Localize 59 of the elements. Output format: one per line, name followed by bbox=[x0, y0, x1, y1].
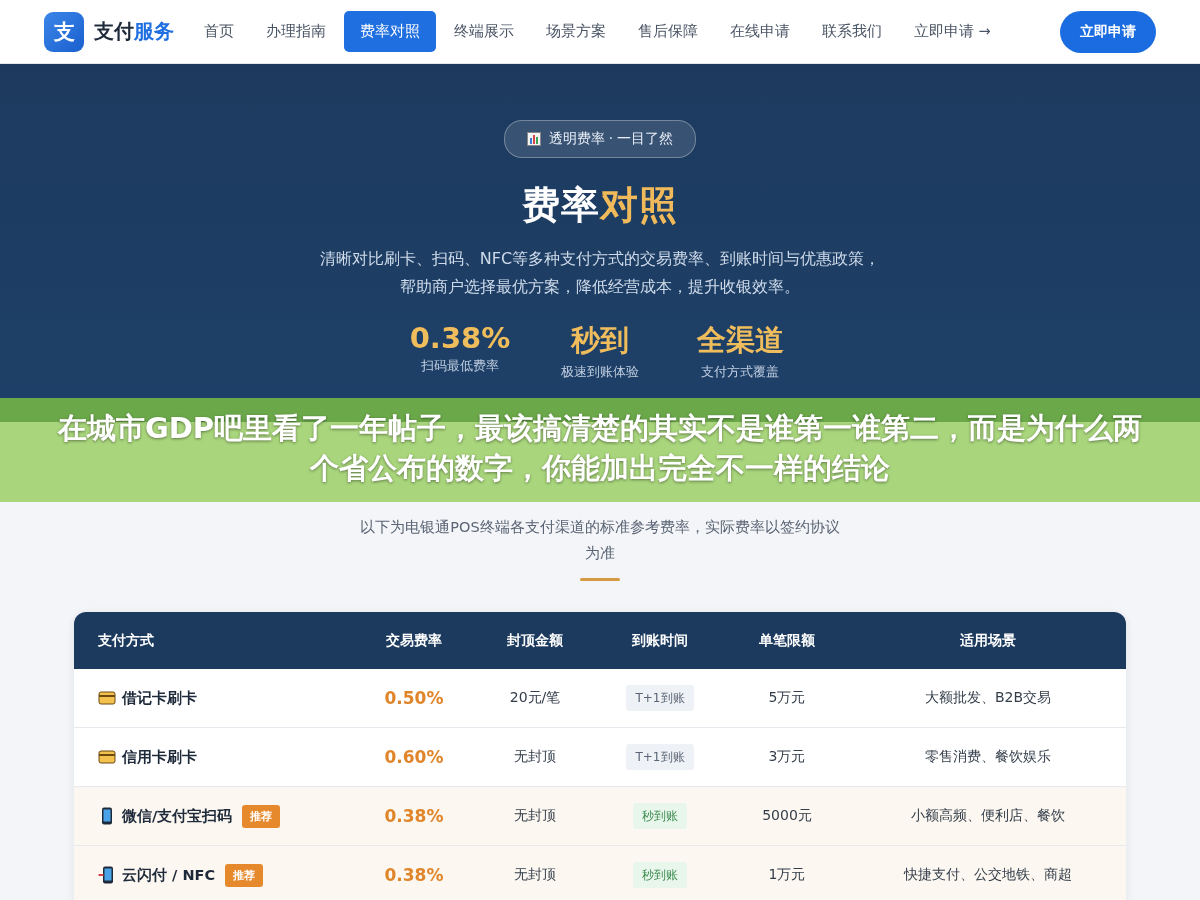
phone-icon bbox=[98, 866, 116, 884]
stat-label: 扫码最低费率 bbox=[421, 357, 499, 375]
column-header: 适用场景 bbox=[959, 631, 1017, 650]
stat-label: 极速到账体验 bbox=[561, 363, 640, 381]
recommend-label: 推荐 bbox=[225, 863, 264, 887]
column-header: 单笔限额 bbox=[758, 631, 816, 650]
method-name: 微信/支付宝扫码 bbox=[122, 806, 233, 826]
nav-link[interactable]: 终端展示 bbox=[440, 11, 528, 52]
page-title: 费率对照 bbox=[522, 182, 678, 229]
rate-cell-text: 0.38% bbox=[383, 806, 445, 826]
nav-link[interactable]: 售后保障 bbox=[624, 11, 712, 52]
nav-link[interactable]: 在线申请 bbox=[716, 11, 804, 52]
apply-button[interactable]: 立即申请 bbox=[1060, 10, 1156, 53]
table-cell-text: 快捷支付、公交地铁、商超 bbox=[902, 866, 1073, 884]
bar-chart-icon bbox=[526, 132, 541, 146]
rate-cell-text: 0.50% bbox=[383, 688, 445, 708]
table-cell-text: 3万元 bbox=[767, 748, 807, 766]
table-cell-text: 5000元 bbox=[761, 807, 813, 825]
stat-value: 0.38% bbox=[409, 321, 511, 355]
nav-link[interactable]: 联系我们 bbox=[808, 11, 896, 52]
tagline-text: 透明费率 · 一目了然 bbox=[548, 130, 674, 148]
recommend-label: 推荐 bbox=[242, 804, 281, 828]
nav-link[interactable]: 费率对照 bbox=[344, 11, 436, 52]
table-cell-text: 无封顶 bbox=[513, 866, 557, 884]
settlement-label: 秒到账 bbox=[633, 862, 687, 888]
stat-label: 支付方式覆盖 bbox=[701, 363, 780, 381]
method-name: 云闪付 / NFC bbox=[122, 865, 216, 885]
settlement-label: T+1到账 bbox=[626, 744, 694, 770]
table-cell-text: 1万元 bbox=[767, 866, 807, 884]
stat-value: 秒到 bbox=[571, 322, 630, 359]
stat-value: 全渠道 bbox=[696, 322, 784, 359]
rate-cell-text: 0.60% bbox=[383, 747, 445, 767]
method-name: 信用卡刷卡 bbox=[122, 747, 197, 767]
table-cell-text: 零售消费、餐饮娱乐 bbox=[924, 748, 1052, 766]
caption-banner: 在城市GDP吧里看了一年帖子，最该搞清楚的其实不是谁第一谁第二，而是为什么两个省公布的数字，你能加出完全不一样的结论 bbox=[0, 398, 1200, 502]
table-cell-text: 无封顶 bbox=[513, 748, 557, 766]
table-cell-text: 大额批发、B2B交易 bbox=[923, 689, 1053, 707]
section-subtitle: 以下为电银通POS终端各支付渠道的标准参考费率，实际费率以签约协议为准 bbox=[359, 518, 841, 563]
hero-description: 清晰对比刷卡、扫码、NFC等多种支付方式的交易费率、到账时间与优惠政策，帮助商户选择最优方案，降低经营成本，提升收银效率。 bbox=[319, 248, 881, 298]
table-cell-text: 20元/笔 bbox=[508, 689, 562, 707]
rate-cell-text: 0.38% bbox=[383, 865, 445, 885]
logo-icon: 支 bbox=[44, 11, 84, 52]
column-header: 到账时间 bbox=[631, 631, 689, 650]
table-cell-text: 小额高频、便利店、餐饮 bbox=[910, 807, 1066, 825]
logo-text: 支付服务 bbox=[94, 18, 174, 45]
nav-link[interactable]: 首页 bbox=[190, 11, 248, 52]
column-header: 支付方式 bbox=[97, 631, 155, 650]
settlement-label: 秒到账 bbox=[633, 803, 687, 829]
credit-card-icon bbox=[98, 689, 116, 707]
settlement-label: T+1到账 bbox=[626, 685, 694, 711]
method-name: 借记卡刷卡 bbox=[122, 688, 197, 708]
table-cell-text: 5万元 bbox=[767, 689, 807, 707]
credit-card-icon bbox=[98, 748, 116, 766]
nav-link[interactable]: 场景方案 bbox=[532, 11, 620, 52]
column-header: 封顶金额 bbox=[506, 631, 564, 650]
nav-link[interactable]: 办理指南 bbox=[252, 11, 340, 52]
nav-link[interactable]: 立即申请 → bbox=[900, 11, 1005, 52]
column-header: 交易费率 bbox=[385, 631, 443, 650]
table-cell-text: 无封顶 bbox=[513, 807, 557, 825]
